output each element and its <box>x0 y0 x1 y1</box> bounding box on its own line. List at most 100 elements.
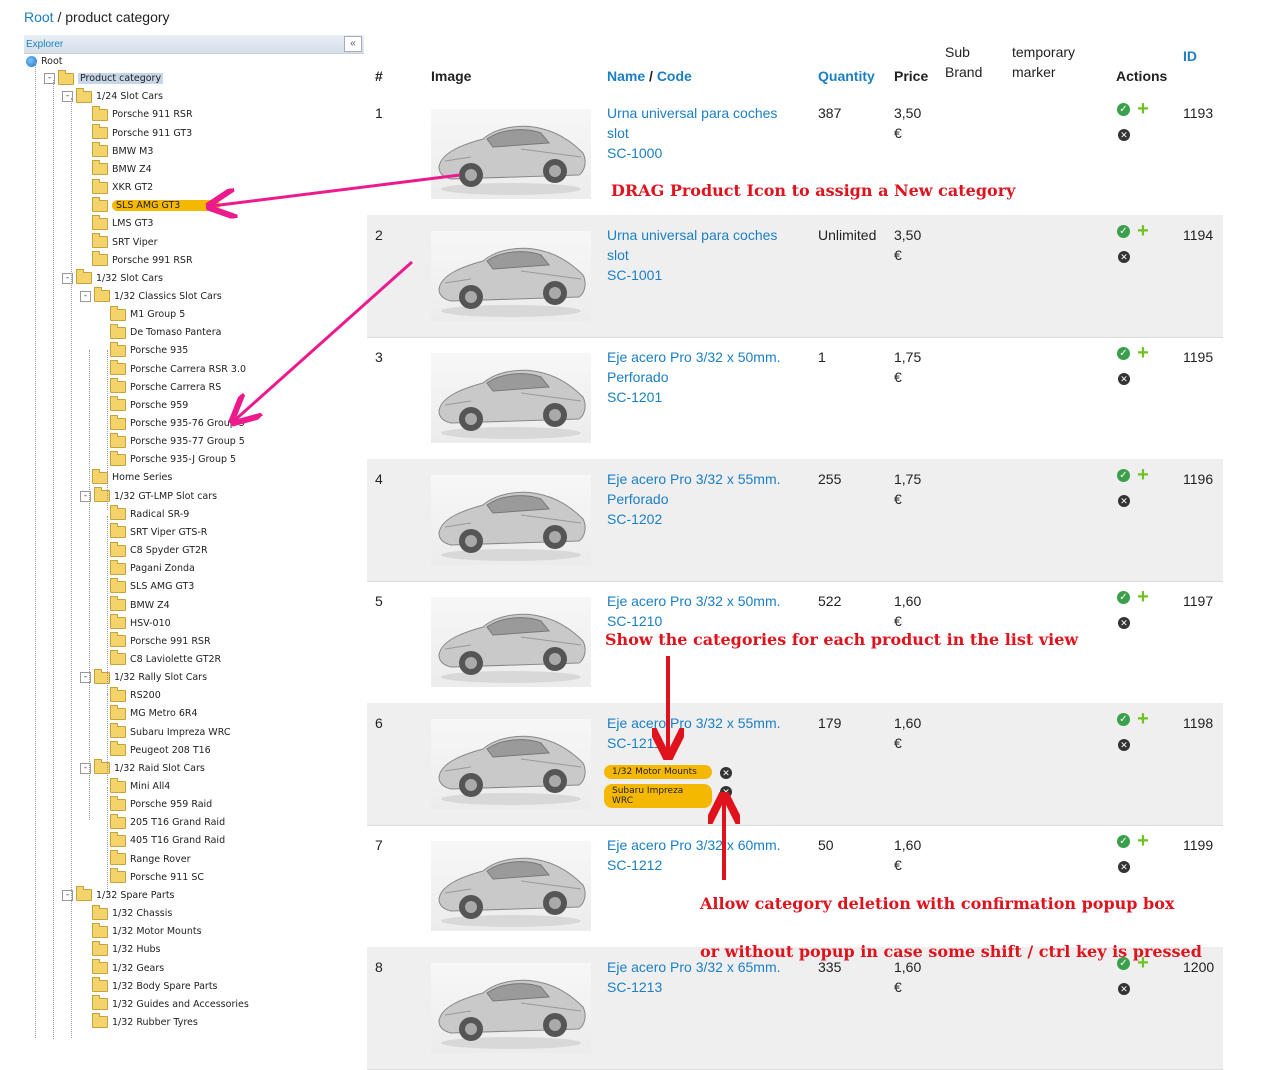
product-name-link[interactable]: Eje acero Pro 3/32 x 65mm. <box>607 959 781 975</box>
sort-by-code-link[interactable]: Code <box>657 68 692 84</box>
approve-icon[interactable]: ✓ <box>1117 469 1130 482</box>
tree-node[interactable]: BMW M3 <box>92 142 153 160</box>
tree-node[interactable]: XKR GT2 <box>92 178 153 196</box>
tree-node[interactable]: BMW Z4 <box>92 160 152 178</box>
tree-node[interactable]: LMS GT3 <box>92 214 153 232</box>
product-code-link[interactable]: SC-1211 <box>607 735 661 751</box>
tree-node[interactable]: -1/32 Rally Slot Cars <box>80 668 207 686</box>
product-icon-draggable[interactable] <box>431 597 591 687</box>
approve-icon[interactable]: ✓ <box>1117 591 1130 604</box>
tree-node[interactable]: Porsche 935-J Group 5 <box>110 450 236 468</box>
delete-icon[interactable]: ✕ <box>1118 617 1130 629</box>
delete-icon[interactable]: ✕ <box>1118 495 1130 507</box>
tree-node[interactable]: Porsche Carrera RS <box>110 378 221 396</box>
breadcrumb-root-link[interactable]: Root <box>24 9 54 25</box>
tree-node[interactable]: SLS AMG GT3 <box>92 196 221 214</box>
product-code-link[interactable]: SC-1000 <box>607 145 662 161</box>
tree-node[interactable]: -1/32 Slot Cars <box>62 269 163 287</box>
tree-node[interactable]: Porsche 959 <box>110 396 188 414</box>
product-name-link[interactable]: Eje acero Pro 3/32 x 55mm. <box>607 715 781 731</box>
tree-node[interactable]: -1/32 Raid Slot Cars <box>80 759 205 777</box>
approve-icon[interactable]: ✓ <box>1117 347 1130 360</box>
delete-icon[interactable]: ✕ <box>1118 251 1130 263</box>
tree-expand-toggle[interactable]: - <box>80 290 91 302</box>
product-name-link[interactable]: Eje acero Pro 3/32 x 55mm. Perforado <box>607 471 781 507</box>
tree-node[interactable]: 1/32 Gears <box>92 959 164 977</box>
add-icon[interactable]: + <box>1135 221 1151 241</box>
remove-category-icon[interactable]: ✕ <box>720 767 732 779</box>
product-name-link[interactable]: Eje acero Pro 3/32 x 50mm. <box>607 593 781 609</box>
tree-node[interactable]: Porsche 911 RSR <box>92 105 193 123</box>
add-icon[interactable]: + <box>1135 465 1151 485</box>
product-code-link[interactable]: SC-1210 <box>607 613 662 629</box>
tree-node[interactable]: -1/24 Slot Cars <box>62 87 163 105</box>
tree-node[interactable]: C8 Spyder GT2R <box>110 541 208 559</box>
tree-node[interactable]: Peugeot 208 T16 <box>110 741 211 759</box>
product-name-link[interactable]: Eje acero Pro 3/32 x 60mm. <box>607 837 781 853</box>
tree-node[interactable]: Porsche Carrera RSR 3.0 <box>110 360 246 378</box>
tree-node[interactable]: MG Metro 6R4 <box>110 704 198 722</box>
delete-icon[interactable]: ✕ <box>1118 861 1130 873</box>
tree-node[interactable]: Porsche 935 <box>110 341 188 359</box>
tree-node[interactable]: Subaru Impreza WRC <box>110 723 230 741</box>
add-icon[interactable]: + <box>1135 709 1151 729</box>
product-icon-draggable[interactable] <box>431 109 591 199</box>
delete-icon[interactable]: ✕ <box>1118 983 1130 995</box>
tree-node[interactable]: BMW Z4 <box>110 596 170 614</box>
tree-node[interactable]: 405 T16 Grand Raid <box>110 831 225 849</box>
product-icon-draggable[interactable] <box>431 841 591 931</box>
delete-icon[interactable]: ✕ <box>1118 129 1130 141</box>
product-name-link[interactable]: Urna universal para coches slot <box>607 105 777 141</box>
tree-node[interactable]: - 1/32 Classics Slot Cars <box>80 287 222 305</box>
tree-node[interactable]: 1/32 Body Spare Parts <box>92 977 218 995</box>
product-code-link[interactable]: SC-1202 <box>607 511 662 527</box>
product-name-link[interactable]: Urna universal para coches slot <box>607 227 777 263</box>
tree-node[interactable]: 1/32 Chassis <box>92 904 172 922</box>
tree-node[interactable]: RS200 <box>110 686 161 704</box>
tree-node[interactable]: SRT Viper GTS-R <box>110 523 207 541</box>
tree-node[interactable]: Radical SR-9 <box>110 505 189 523</box>
tree-node[interactable]: Range Rover <box>110 850 191 868</box>
approve-icon[interactable]: ✓ <box>1117 103 1130 116</box>
add-icon[interactable]: + <box>1135 831 1151 851</box>
category-tag[interactable]: 1/32 Motor Mounts <box>604 765 712 779</box>
tree-node[interactable]: Mini All4 <box>110 777 170 795</box>
product-icon-draggable[interactable] <box>431 231 591 321</box>
tree-node[interactable]: 1/32 Rubber Tyres <box>92 1013 198 1031</box>
tree-node[interactable]: -1/32 GT-LMP Slot cars <box>80 487 217 505</box>
tree-node[interactable]: Porsche 935-77 Group 5 <box>110 432 245 450</box>
approve-icon[interactable]: ✓ <box>1117 713 1130 726</box>
tree-node[interactable]: 1/32 Hubs <box>92 940 161 958</box>
delete-icon[interactable]: ✕ <box>1118 373 1130 385</box>
tree-node[interactable]: C8 Laviolette GT2R <box>110 650 221 668</box>
tree-node[interactable]: Root <box>26 54 63 70</box>
tree-node[interactable]: HSV-010 <box>110 614 171 632</box>
tree-node[interactable]: Porsche 991 RSR <box>92 251 193 269</box>
tree-node[interactable]: 1/32 Guides and Accessories <box>92 995 249 1013</box>
product-code-link[interactable]: SC-1201 <box>607 389 662 405</box>
product-code-link[interactable]: SC-1212 <box>607 857 662 873</box>
tree-node[interactable]: Porsche 991 RSR <box>110 632 211 650</box>
category-tag[interactable]: Subaru Impreza WRC <box>604 784 712 808</box>
tree-node[interactable]: Porsche 935-76 Group 5 <box>110 414 245 432</box>
tree-node[interactable]: - Product category <box>44 69 164 87</box>
delete-icon[interactable]: ✕ <box>1118 739 1130 751</box>
add-icon[interactable]: + <box>1135 587 1151 607</box>
add-icon[interactable]: + <box>1135 343 1151 363</box>
tree-node[interactable]: -1/32 Spare Parts <box>62 886 175 904</box>
tree-node[interactable]: Porsche 911 SC <box>110 868 204 886</box>
approve-icon[interactable]: ✓ <box>1117 835 1130 848</box>
sort-by-name-link[interactable]: Name <box>607 68 645 84</box>
tree-node[interactable]: 205 T16 Grand Raid <box>110 813 225 831</box>
tree-node[interactable]: De Tomaso Pantera <box>110 323 221 341</box>
product-icon-draggable[interactable] <box>431 719 591 809</box>
tree-node[interactable]: Porsche 959 Raid <box>110 795 212 813</box>
remove-category-icon[interactable]: ✕ <box>720 786 732 798</box>
tree-node[interactable]: Pagani Zonda <box>110 559 195 577</box>
collapse-panel-button[interactable]: « <box>344 36 362 52</box>
product-name-link[interactable]: Eje acero Pro 3/32 x 50mm. Perforado <box>607 349 781 385</box>
approve-icon[interactable]: ✓ <box>1117 225 1130 238</box>
tree-node[interactable]: Home Series <box>92 468 172 486</box>
product-icon-draggable[interactable] <box>431 353 591 443</box>
tree-node[interactable]: Porsche 911 GT3 <box>92 124 192 142</box>
